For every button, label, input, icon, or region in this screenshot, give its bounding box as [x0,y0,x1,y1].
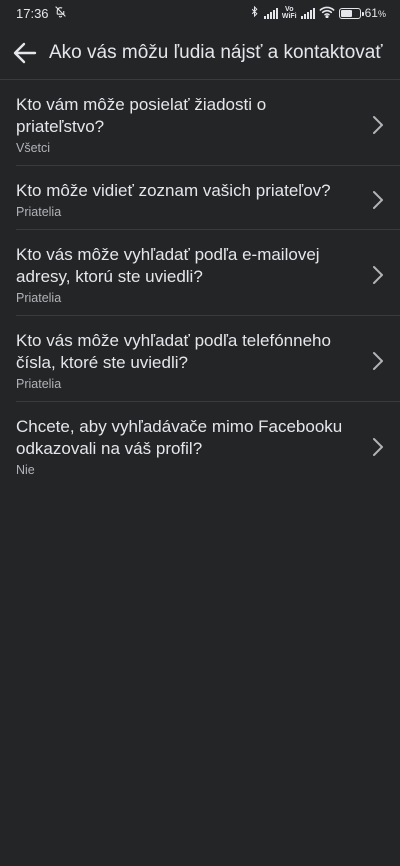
setting-search-engines[interactable]: Chcete, aby vyhľadávače mimo Facebooku o… [16,402,400,487]
vowifi-icon: Vo WiFi [282,6,297,20]
chevron-right-icon [373,190,383,209]
setting-text: Kto môže vidieť zoznam vašich priateľov?… [16,180,372,219]
notifications-muted-icon [54,5,67,21]
bluetooth-icon [249,5,260,21]
setting-text: Kto vám môže posielať žiadosti o priateľ… [16,94,372,155]
setting-text: Kto vás môže vyhľadať podľa telefónneho … [16,330,372,391]
settings-list: Kto vám môže posielať žiadosti o priateľ… [0,80,400,487]
setting-question: Kto vás môže vyhľadať podľa telefónneho … [16,331,331,372]
setting-question: Chcete, aby vyhľadávače mimo Facebooku o… [16,417,343,458]
setting-phone-lookup[interactable]: Kto vás môže vyhľadať podľa telefónneho … [16,316,400,402]
status-time: 17:36 [16,5,49,21]
setting-friends-list[interactable]: Kto môže vidieť zoznam vašich priateľov?… [16,166,400,230]
battery-level-fill [340,9,352,17]
setting-value: Priatelia [16,205,62,219]
app-header: Ako vás môžu ľudia nájsť a kontaktovať [0,26,400,80]
setting-value: Priatelia [16,377,62,391]
battery-icon [338,7,364,19]
battery-percentage: 61% [365,6,386,20]
chevron-right-icon [373,115,383,134]
status-left: 17:36 [16,5,67,21]
chevron-right-icon [373,351,383,370]
page-title: Ako vás môžu ľudia nájsť a kontaktovať [49,41,383,63]
setting-question: Kto vám môže posielať žiadosti o priateľ… [16,95,267,136]
setting-question: Kto vás môže vyhľadať podľa e-mailovej a… [16,245,320,286]
status-right: Vo WiFi 61% [249,5,386,21]
back-button[interactable] [10,38,40,68]
arrow-left-icon [13,42,37,63]
setting-value: Všetci [16,141,51,155]
setting-email-lookup[interactable]: Kto vás môže vyhľadať podľa e-mailovej a… [16,230,400,316]
setting-value: Priatelia [16,291,62,305]
setting-friend-requests[interactable]: Kto vám môže posielať žiadosti o priateľ… [16,80,400,166]
battery-percent-unit: % [377,9,386,19]
setting-text: Kto vás môže vyhľadať podľa e-mailovej a… [16,244,372,305]
chevron-right-icon [373,437,383,456]
chevron-right-icon [373,265,383,284]
status-bar: 17:36 Vo WiFi 61% [0,0,400,26]
signal-strength-icon-1 [263,7,278,19]
vowifi-top-label: Vo [285,6,294,13]
setting-question: Kto môže vidieť zoznam vašich priateľov? [16,181,331,200]
signal-strength-icon-2 [300,7,315,19]
vowifi-bottom-label: WiFi [281,13,297,20]
battery-percent-value: 61 [364,6,378,20]
setting-value: Nie [16,463,35,477]
wifi-icon [319,6,335,21]
setting-text: Chcete, aby vyhľadávače mimo Facebooku o… [16,416,372,477]
